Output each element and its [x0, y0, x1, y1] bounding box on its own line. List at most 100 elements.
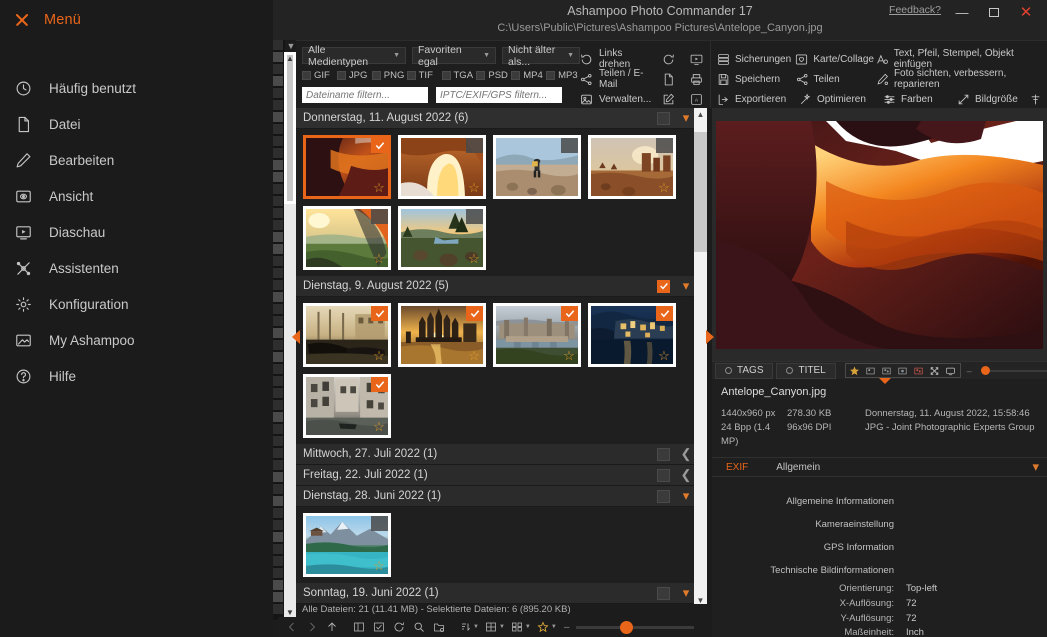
image-grid[interactable]: Donnerstag, 11. August 2022 (6)▾ ☆ ☆ ☆ ☆ ☆ Die… [296, 108, 700, 608]
thumbnail[interactable]: ☆ [588, 135, 676, 199]
favorite-star-icon[interactable]: ☆ [372, 420, 386, 434]
share-email-action[interactable]: Teilen / E-Mail [580, 69, 654, 89]
new-file-button[interactable] [654, 69, 682, 89]
menu-item-ansicht[interactable]: Ansicht [0, 178, 273, 214]
colors-button[interactable]: Farben [883, 93, 947, 106]
date-group-header[interactable]: Mittwoch, 27. Juli 2022 (1)❮ [296, 444, 700, 465]
optimize-button[interactable]: Optimieren [799, 93, 883, 106]
label-blue-button[interactable] [896, 364, 910, 377]
favorite-star-icon[interactable]: ☆ [562, 349, 576, 363]
thumbnail[interactable]: ☆ [398, 206, 486, 270]
preview-image[interactable] [716, 121, 1043, 349]
iptc-filter-input[interactable] [436, 87, 562, 103]
date-group-toggle[interactable]: ▾ [677, 278, 695, 294]
minimize-button[interactable]: — [947, 2, 977, 22]
favorite-star-icon[interactable]: ☆ [372, 181, 386, 195]
menu-item-datei[interactable]: Datei [0, 106, 273, 142]
zoom-slider[interactable] [576, 626, 694, 629]
print-button[interactable] [682, 69, 710, 89]
grid-scroll-up[interactable]: ▲ [694, 108, 707, 122]
manage-action[interactable]: Verwalten... [580, 89, 654, 109]
date-group-toggle[interactable]: ▾ [677, 110, 695, 126]
thumbnail[interactable]: ☆ [398, 135, 486, 199]
fullscreen-button[interactable] [928, 364, 942, 377]
right-splitter-handle[interactable] [706, 330, 714, 344]
thumbnail[interactable]: ☆ [493, 303, 581, 367]
nav-up-button[interactable] [322, 618, 341, 636]
age-dropdown[interactable]: Nicht älter als... ▼ [502, 47, 580, 64]
menu-item-assistenten[interactable]: Assistenten [0, 250, 273, 286]
filetype-psd[interactable]: PSD [476, 70, 510, 81]
filetype-mp4[interactable]: MP4 [511, 70, 545, 81]
menu-item-konfiguration[interactable]: Konfiguration [0, 286, 273, 322]
exif-collapse-chevron[interactable]: ▾ [1032, 459, 1039, 475]
insert-text-object-button[interactable]: Text, Pfeil, Stempel, Objekt einfügen [876, 48, 1047, 70]
thumbnail-select-badge[interactable] [371, 209, 388, 224]
sort-dropdown-caret[interactable]: ▼ [473, 624, 479, 630]
scroll-up-arrow[interactable]: ▲ [284, 52, 296, 64]
feedback-link[interactable]: Feedback? [889, 4, 941, 16]
favorite-star-icon[interactable]: ☆ [657, 181, 671, 195]
export-button[interactable]: Exportieren [717, 93, 799, 106]
photo-repair-button[interactable]: Foto sichten, verbessern, reparieren [876, 68, 1047, 90]
date-group-header[interactable]: Sonntag, 19. Juni 2022 (1)▾ [296, 583, 700, 604]
monitor-button[interactable] [944, 364, 958, 377]
date-group-header[interactable]: Freitag, 22. Juli 2022 (1)❮ [296, 465, 700, 486]
star-rating-button[interactable] [848, 364, 862, 377]
thumbnail-size-slider[interactable] [981, 370, 1047, 372]
tab-exif[interactable]: EXIF [712, 462, 762, 473]
date-group-toggle[interactable]: ❮ [677, 467, 695, 483]
thumbnail-checked-badge[interactable] [561, 306, 578, 321]
toggle-panel-button[interactable] [349, 618, 368, 636]
date-group-checkbox[interactable] [657, 448, 670, 461]
edit-button[interactable] [654, 89, 682, 109]
thumbnail-select-badge[interactable] [656, 138, 673, 153]
thumbnail[interactable]: ☆ [303, 374, 391, 438]
thumbnail[interactable]: ☆ [303, 513, 391, 577]
grid-scrollbar-thumb[interactable] [694, 132, 707, 252]
favorite-star-icon[interactable]: ☆ [467, 252, 481, 266]
nav-back-button[interactable] [282, 618, 301, 636]
favorite-star-icon[interactable]: ☆ [372, 349, 386, 363]
thumbnail-select-badge[interactable] [371, 516, 388, 531]
tab-tags[interactable]: TAGS [715, 363, 773, 379]
favorite-star-icon[interactable]: ☆ [657, 349, 671, 363]
filetype-mp3[interactable]: MP3 [546, 70, 580, 81]
date-group-toggle[interactable]: ▾ [677, 488, 695, 504]
date-group-checkbox[interactable] [657, 112, 670, 125]
filename-filter-input[interactable] [302, 87, 428, 103]
date-group-checkbox[interactable] [657, 280, 670, 293]
thumbnail[interactable] [493, 135, 581, 199]
grid-scrollbar[interactable]: ▲ ▼ [694, 108, 707, 608]
rotate-right-button[interactable] [654, 49, 682, 69]
thumbnail-select-badge[interactable] [561, 138, 578, 153]
menu-header[interactable]: Menü [0, 0, 273, 40]
media-type-dropdown[interactable]: Alle Medientypen ▼ [302, 47, 406, 64]
thumbnail-select-badge[interactable] [466, 209, 483, 224]
date-group-toggle[interactable]: ❮ [677, 446, 695, 462]
thumbnail-size-knob[interactable] [981, 366, 990, 375]
favorite-star-icon[interactable]: ☆ [372, 559, 386, 573]
date-group-checkbox[interactable] [657, 490, 670, 503]
thumbnail[interactable]: ☆ [303, 206, 391, 270]
pdf-button[interactable]: A [682, 89, 710, 109]
thumbnail-checked-badge[interactable] [371, 306, 388, 321]
tile-view-caret[interactable]: ▼ [525, 624, 531, 630]
label-gray-button[interactable] [864, 364, 878, 377]
menu-item-diaschau[interactable]: Diaschau [0, 214, 273, 250]
date-group-header[interactable]: Dienstag, 28. Juni 2022 (1)▾ [296, 486, 700, 507]
thumbnail[interactable]: ☆ [303, 135, 391, 199]
date-group-checkbox[interactable] [657, 469, 670, 482]
rotate-left-action[interactable]: Links drehen [580, 49, 654, 69]
menu-item-my-ashampoo[interactable]: My Ashampoo [0, 322, 273, 358]
filetype-png[interactable]: PNG [372, 70, 406, 81]
scrollbar-thumb[interactable] [284, 52, 296, 204]
menu-item-hilfe[interactable]: Hilfe [0, 358, 273, 394]
date-group-toggle[interactable]: ▾ [677, 585, 695, 601]
filetype-jpg[interactable]: JPG [337, 70, 371, 81]
nav-forward-button[interactable] [302, 618, 321, 636]
date-group-header[interactable]: Donnerstag, 11. August 2022 (6)▾ [296, 108, 700, 129]
favorite-star-icon[interactable]: ☆ [467, 181, 481, 195]
thumbnail-checked-badge[interactable] [371, 138, 388, 153]
filetype-gif[interactable]: GIF [302, 70, 336, 81]
